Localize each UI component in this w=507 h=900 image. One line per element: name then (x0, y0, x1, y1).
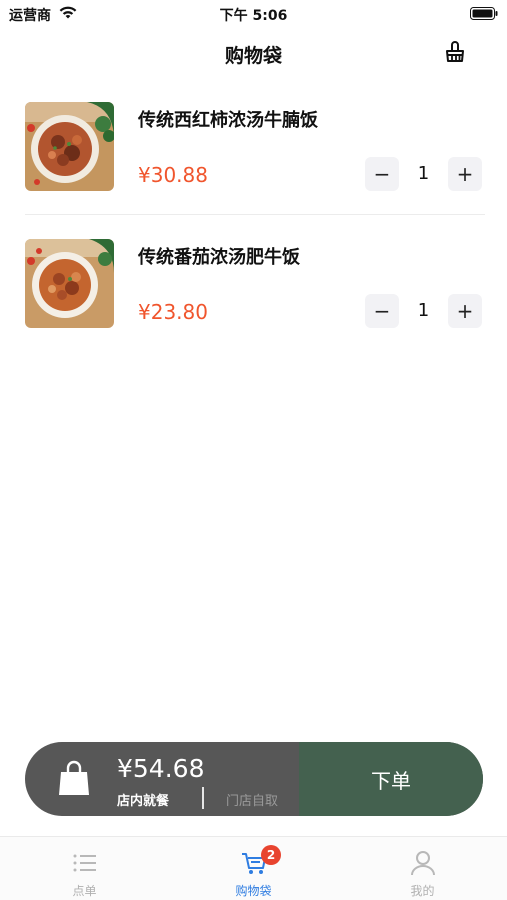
cart-list: 传统西红柿浓汤牛腩饭 ¥30.88 − 1 + 传统番茄浓汤肥牛饭 ¥23.80… (0, 94, 507, 368)
cart-item: 传统番茄浓汤肥牛饭 ¥23.80 − 1 + (0, 231, 507, 368)
decrease-quantity-button[interactable]: − (365, 157, 399, 191)
dish-image (25, 239, 114, 328)
decrease-quantity-button[interactable]: − (365, 294, 399, 328)
quantity-value: 1 (417, 163, 430, 184)
page-title: 购物袋 (224, 45, 282, 67)
user-icon (411, 851, 435, 876)
checkout-bar: ¥54.68 店内就餐 门店自取 下单 (25, 742, 483, 816)
option-separator (202, 787, 204, 809)
tab-bar: 点单 2 购物袋 我的 (0, 836, 507, 900)
dish-image (25, 102, 114, 191)
battery-icon (470, 7, 498, 20)
place-order-button[interactable]: 下单 (299, 742, 483, 816)
dine-in-option[interactable]: 店内就餐 (117, 790, 169, 809)
dish-price: ¥23.80 (138, 300, 208, 324)
increase-quantity-button[interactable]: + (448, 157, 482, 191)
dish-name: 传统番茄浓汤肥牛饭 (138, 247, 300, 268)
broom-icon (446, 41, 464, 62)
pickup-option[interactable]: 门店自取 (226, 790, 278, 809)
status-time: 下午 5:06 (219, 8, 288, 24)
dish-price: ¥30.88 (138, 163, 208, 187)
cart-page: 运营商 下午 5:06 购物袋 传统西红柿浓汤牛腩饭 ¥30.88 − 1 + … (0, 0, 507, 900)
clear-cart-button[interactable] (438, 37, 472, 69)
nav-header: 购物袋 (0, 30, 507, 76)
cart-item: 传统西红柿浓汤牛腩饭 ¥30.88 − 1 + (0, 94, 507, 231)
tab-label: 点单 (72, 884, 97, 898)
tab-profile[interactable]: 我的 (338, 837, 507, 900)
shopping-bag-icon (59, 760, 89, 795)
total-price: ¥54.68 (117, 754, 205, 783)
tab-label: 我的 (410, 884, 435, 898)
quantity-value: 1 (417, 300, 430, 321)
tab-order[interactable]: 点单 (0, 837, 169, 900)
tab-label: 购物袋 (235, 884, 272, 898)
dish-name: 传统西红柿浓汤牛腩饭 (138, 110, 318, 131)
status-bar: 运营商 下午 5:06 (0, 0, 507, 26)
increase-quantity-button[interactable]: + (448, 294, 482, 328)
cart-count-badge: 2 (261, 845, 281, 865)
tab-cart[interactable]: 2 购物袋 (169, 837, 338, 900)
item-divider (25, 214, 485, 215)
list-icon (73, 854, 96, 872)
